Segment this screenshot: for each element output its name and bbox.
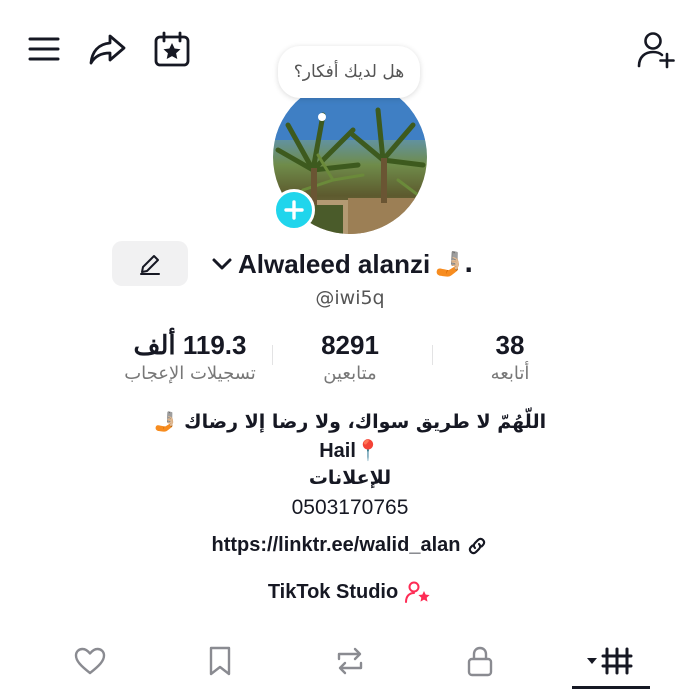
- share-icon[interactable]: [88, 31, 128, 67]
- bio-line: اللّهُمّ لا طريق سواك، ولا رضا إلا رضاك …: [153, 411, 547, 433]
- display-name-row[interactable]: Alwaleed alanzi 🤳🏼.: [210, 246, 473, 282]
- tab-reposts[interactable]: [330, 643, 370, 679]
- active-tab-indicator: [572, 686, 650, 689]
- grid-icon: [585, 646, 635, 676]
- add-friend-icon[interactable]: [636, 30, 676, 70]
- chevron-down-icon[interactable]: [210, 254, 234, 274]
- tiktok-studio-link[interactable]: TikTok Studio: [0, 580, 700, 604]
- edit-profile-button[interactable]: [112, 241, 188, 286]
- thought-bubble[interactable]: هل لديك أفكار؟: [278, 46, 420, 98]
- pencil-icon: [138, 252, 162, 276]
- thought-prompt: هل لديك أفكار؟: [293, 62, 405, 82]
- following-label: أتابعه: [490, 363, 530, 384]
- tab-liked[interactable]: [70, 643, 110, 679]
- bookmark-icon: [207, 645, 233, 677]
- display-name: Alwaleed alanzi: [238, 248, 431, 279]
- bio-line: للإعلانات: [308, 467, 392, 489]
- studio-label: TikTok Studio: [267, 580, 399, 603]
- link-icon: [466, 535, 488, 557]
- username: @iwi5q: [315, 287, 385, 309]
- repost-icon: [333, 645, 367, 677]
- stat-followers[interactable]: 8291 متابعين: [265, 330, 435, 384]
- bio-location: Hail📍: [319, 440, 381, 462]
- following-count: 38: [495, 330, 525, 360]
- thought-bubble-dot: [318, 113, 326, 121]
- menu-icon[interactable]: [27, 34, 61, 64]
- tab-saved[interactable]: [200, 643, 240, 679]
- bio-phone: 0503170765: [291, 496, 409, 519]
- likes-count: 119.3 ألف: [133, 330, 247, 360]
- profile-link[interactable]: https://linktr.ee/walid_alan: [212, 534, 461, 557]
- stat-following[interactable]: 38 أتابعه: [425, 330, 595, 384]
- followers-label: متابعين: [323, 363, 377, 384]
- tab-videos[interactable]: [585, 643, 635, 679]
- tab-private[interactable]: [460, 643, 500, 679]
- plus-icon: [284, 200, 304, 220]
- name-suffix: 🤳🏼.: [434, 250, 474, 278]
- stat-likes[interactable]: 119.3 ألف تسجيلات الإعجاب: [105, 330, 275, 384]
- lock-icon: [466, 645, 494, 677]
- heart-icon: [73, 646, 107, 676]
- profile-link-row[interactable]: https://linktr.ee/walid_alan: [0, 534, 700, 557]
- followers-count: 8291: [321, 330, 379, 360]
- calendar-star-icon[interactable]: [153, 30, 191, 68]
- likes-label: تسجيلات الإعجاب: [124, 363, 256, 384]
- add-avatar-button[interactable]: [273, 189, 315, 231]
- studio-person-star-icon: [404, 580, 432, 604]
